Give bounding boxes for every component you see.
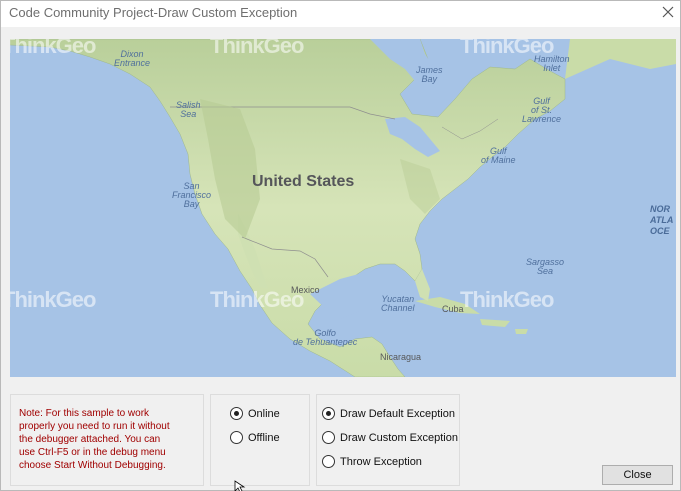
note-line: properly you need to run it without [19,421,170,432]
label-dixon-entrance: Dixon Entrance [114,49,151,68]
watermark-thinkgeo: ThinkGeo [210,287,304,312]
debugger-note: Note: For this sample to work properly y… [19,407,191,472]
note-line: the debugger attached. You can [19,434,161,445]
watermark-thinkgeo: ThinkGeo [460,287,554,312]
note-line: use Ctrl-F5 or in the debug menu [19,447,166,458]
radio-indicator[interactable] [230,407,243,420]
watermark-thinkgeo: ThinkGeo [10,287,96,312]
radio-online[interactable]: Online [230,407,280,420]
label-nicaragua: Nicaragua [380,352,422,362]
watermark-thinkgeo: ThinkGeo [10,39,96,58]
window-title: Code Community Project-Draw Custom Excep… [9,5,298,20]
radio-offline-label: Offline [248,431,280,444]
radio-throw-exception-label: Throw Exception [340,455,422,468]
radio-indicator[interactable] [230,431,243,444]
title-bar: Code Community Project-Draw Custom Excep… [1,1,680,27]
watermark-thinkgeo: ThinkGeo [210,39,304,58]
label-yucatan-channel: Yucatan Channel [381,294,415,313]
close-window-icon[interactable] [660,4,676,20]
label-hamilton-inlet: Hamilton Inlet [534,54,570,73]
radio-throw-exception[interactable]: Throw Exception [322,455,422,468]
label-sargasso-sea: Sargasso Sea [526,257,565,276]
radio-draw-default-exception[interactable]: Draw Default Exception [322,407,455,420]
radio-indicator[interactable] [322,455,335,468]
radio-draw-default-exception-label: Draw Default Exception [340,407,455,420]
label-gulf-of-maine: Gulf of Maine [481,146,516,165]
label-mexico: Mexico [291,285,320,295]
map-view[interactable]: ThinkGeo ThinkGeo ThinkGeo ThinkGeo Thin… [10,39,676,377]
radio-indicator[interactable] [322,407,335,420]
radio-indicator[interactable] [322,431,335,444]
label-north-atlantic: NOR ATLA OCE [650,204,674,236]
map-canvas [10,39,676,377]
radio-offline[interactable]: Offline [230,431,280,444]
radio-draw-custom-exception[interactable]: Draw Custom Exception [322,431,458,444]
close-button[interactable]: Close [602,465,673,485]
radio-online-label: Online [248,407,280,420]
label-san-francisco-bay: San Francisco Bay [172,181,212,209]
note-line: choose Start Without Debugging. [19,460,166,471]
mouse-cursor-icon [234,480,246,491]
label-james-bay: James Bay [416,65,443,84]
label-united-states: United States [252,173,355,190]
note-line: Note: For this sample to work [19,408,150,419]
label-golfo-de-tehuantepec: Golfo de Tehuantepec [293,328,358,347]
radio-draw-custom-exception-label: Draw Custom Exception [340,431,458,444]
label-gulf-of-st-lawrence: Gulf of St. Lawrence [522,96,562,124]
label-salish-sea: Salish Sea [176,100,201,119]
label-cuba: Cuba [442,304,464,314]
